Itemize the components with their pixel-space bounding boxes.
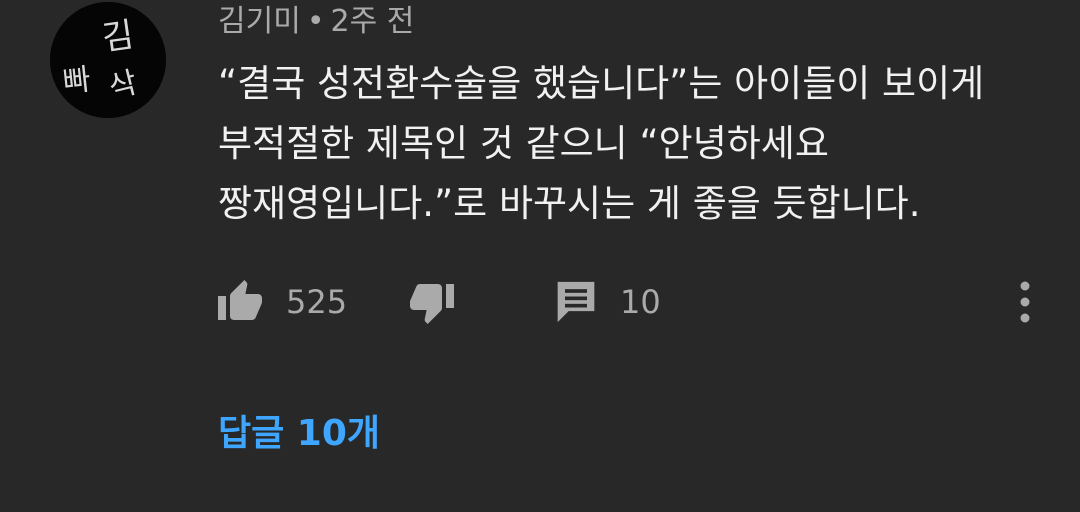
reply-count: 10	[620, 283, 661, 321]
comment-body: “결국 성전환수술을 했습니다”는 아이들이 보이게 부적절한 제목인 것 같으…	[218, 54, 1038, 234]
thumbs-up-icon	[218, 280, 262, 320]
dislike-button[interactable]	[408, 272, 456, 332]
avatar-image: 김 빠 삭	[50, 2, 166, 118]
like-button[interactable]: 525	[216, 272, 347, 332]
avatar[interactable]: 김 빠 삭	[50, 2, 166, 118]
timestamp: 2주 전	[330, 4, 415, 39]
thumbs-down-icon	[410, 284, 454, 324]
avatar-char-1: 김	[100, 15, 137, 59]
comment-thread: 김 빠 삭 김기미 • 2주 전 “결국 성전환수술을 했습니다”는 아이들이 보이…	[0, 0, 1080, 512]
reply-button[interactable]: 10	[554, 272, 661, 332]
view-replies-link[interactable]: 답글 10개	[218, 404, 380, 456]
avatar-char-2: 빠	[61, 62, 92, 100]
like-count: 525	[286, 283, 348, 321]
comment-line: “결국 성전환수술을 했습니다”는 아이들이 보이게	[218, 62, 985, 105]
action-bar: 525 10	[0, 272, 1080, 332]
comment-header: 김기미 • 2주 전	[218, 0, 414, 44]
vertical-ellipsis-icon	[1020, 281, 1030, 323]
more-options-button[interactable]	[1010, 278, 1040, 326]
author-name[interactable]: 김기미	[218, 4, 301, 39]
comment-line: 부적절한 제목인 것 같으니 “안녕하세요	[218, 122, 829, 165]
comment-line: 짱재영입니다.”로 바꾸시는 게 좋을 듯합니다.	[218, 182, 921, 225]
separator-dot: •	[306, 4, 325, 39]
comment-icon	[557, 281, 595, 323]
